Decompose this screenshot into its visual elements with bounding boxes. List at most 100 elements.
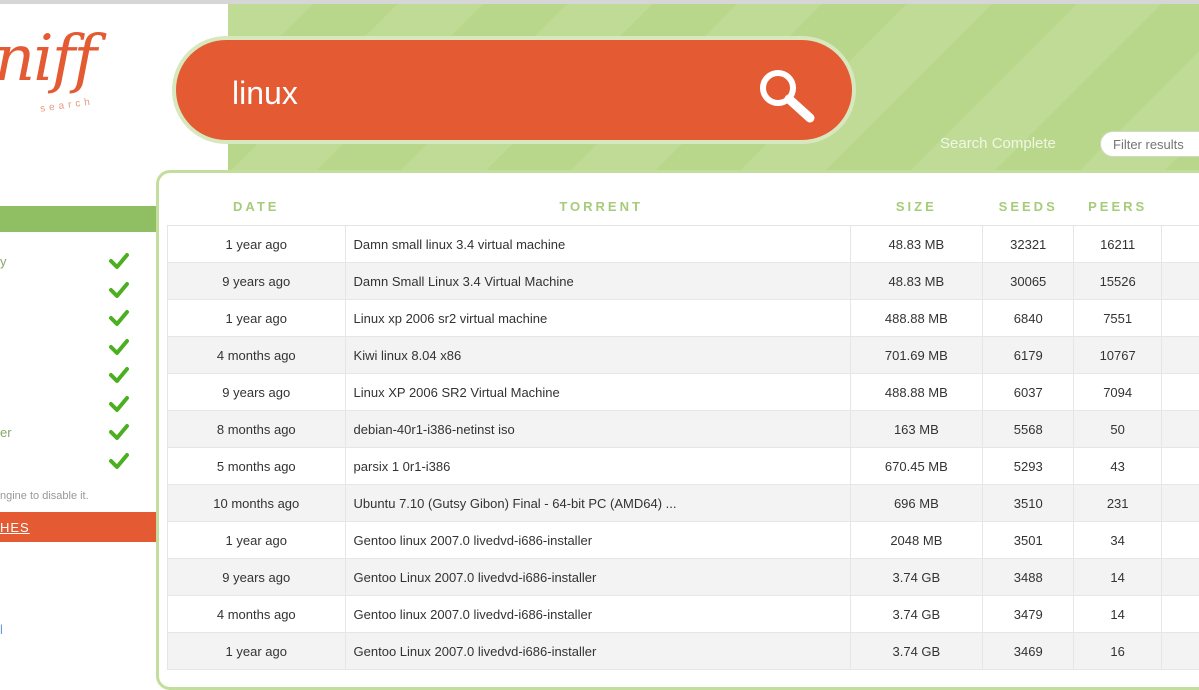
cell-torrent[interactable]: debian-40r1-i386-netinst iso [345,411,850,448]
cell-extra [1161,485,1199,522]
cell-torrent[interactable]: Linux xp 2006 sr2 virtual machine [345,300,850,337]
cell-peers: 50 [1074,411,1161,448]
check-icon[interactable] [108,307,130,329]
table-row[interactable]: 1 year ago Gentoo linux 2007.0 livedvd-i… [168,522,1199,559]
cell-size: 3.74 GB [850,559,982,596]
engine-row[interactable]: y [0,248,156,277]
logo-tagline: search [39,96,94,114]
header-date[interactable]: DATE [168,187,346,226]
cell-seeds: 30065 [983,263,1074,300]
engine-row[interactable] [0,362,156,391]
cell-extra [1161,300,1199,337]
results-table: DATE TORRENT SIZE SEEDS PEERS 1 year ago… [167,187,1199,670]
cell-torrent[interactable]: parsix 1 0r1-i386 [345,448,850,485]
check-icon[interactable] [108,393,130,415]
table-row[interactable]: 9 years ago Linux XP 2006 SR2 Virtual Ma… [168,374,1199,411]
cell-date: 5 months ago [168,448,346,485]
cell-extra [1161,374,1199,411]
cell-seeds: 6037 [983,374,1074,411]
table-row[interactable]: 9 years ago Gentoo Linux 2007.0 livedvd-… [168,559,1199,596]
sidebar-link-bar: HES [0,512,156,542]
cell-torrent[interactable]: Damn small linux 3.4 virtual machine [345,226,850,263]
header-extra[interactable] [1161,187,1199,226]
engine-row[interactable] [0,448,156,477]
table-row[interactable]: 1 year ago Linux xp 2006 sr2 virtual mac… [168,300,1199,337]
cell-extra [1161,337,1199,374]
table-row[interactable]: 1 year ago Gentoo Linux 2007.0 livedvd-i… [168,633,1199,670]
cell-torrent[interactable]: Damn Small Linux 3.4 Virtual Machine [345,263,850,300]
engine-row[interactable] [0,277,156,306]
table-row[interactable]: 9 years ago Damn Small Linux 3.4 Virtual… [168,263,1199,300]
sidebar-small-link[interactable]: l [0,622,3,637]
search-bar [172,36,856,144]
header-size[interactable]: SIZE [850,187,982,226]
filter-results-input[interactable] [1100,131,1199,157]
cell-extra [1161,263,1199,300]
cell-peers: 43 [1074,448,1161,485]
cell-size: 163 MB [850,411,982,448]
cell-date: 9 years ago [168,263,346,300]
cell-size: 3.74 GB [850,633,982,670]
header-peers[interactable]: PEERS [1074,187,1161,226]
check-icon[interactable] [108,336,130,358]
search-icon [754,64,818,128]
logo[interactable]: niff [0,22,95,96]
cell-seeds: 5568 [983,411,1074,448]
engine-label: er [0,425,12,440]
cell-torrent[interactable]: Gentoo linux 2007.0 livedvd-i686-install… [345,596,850,633]
table-row[interactable]: 1 year ago Damn small linux 3.4 virtual … [168,226,1199,263]
engine-row[interactable]: er [0,419,156,448]
check-icon[interactable] [108,279,130,301]
cell-extra [1161,559,1199,596]
cell-torrent[interactable]: Kiwi linux 8.04 x86 [345,337,850,374]
table-row[interactable]: 5 months ago parsix 1 0r1-i386 670.45 MB… [168,448,1199,485]
check-icon[interactable] [108,450,130,472]
cell-size: 48.83 MB [850,226,982,263]
check-icon[interactable] [108,421,130,443]
cell-date: 1 year ago [168,633,346,670]
cell-seeds: 6840 [983,300,1074,337]
engine-row[interactable] [0,305,156,334]
cell-extra [1161,448,1199,485]
cell-peers: 34 [1074,522,1161,559]
check-icon[interactable] [108,250,130,272]
cell-size: 670.45 MB [850,448,982,485]
cell-peers: 14 [1074,559,1161,596]
cell-seeds: 3510 [983,485,1074,522]
search-input[interactable] [230,66,714,120]
cell-date: 1 year ago [168,522,346,559]
cell-size: 48.83 MB [850,263,982,300]
search-button[interactable] [754,64,818,128]
cell-torrent[interactable]: Gentoo Linux 2007.0 livedvd-i686-install… [345,559,850,596]
cell-peers: 15526 [1074,263,1161,300]
cell-torrent[interactable]: Linux XP 2006 SR2 Virtual Machine [345,374,850,411]
engine-row[interactable] [0,391,156,420]
table-row[interactable]: 4 months ago Gentoo linux 2007.0 livedvd… [168,596,1199,633]
sidebar-link[interactable]: HES [0,520,30,535]
table-header-row: DATE TORRENT SIZE SEEDS PEERS [168,187,1199,226]
cell-peers: 10767 [1074,337,1161,374]
search-status: Search Complete [940,135,1056,152]
cell-torrent[interactable]: Ubuntu 7.10 (Gutsy Gibon) Final - 64-bit… [345,485,850,522]
cell-seeds: 3469 [983,633,1074,670]
table-row[interactable]: 10 months ago Ubuntu 7.10 (Gutsy Gibon) … [168,485,1199,522]
cell-extra [1161,522,1199,559]
cell-date: 4 months ago [168,337,346,374]
header-seeds[interactable]: SEEDS [983,187,1074,226]
engine-label: y [0,254,7,269]
table-row[interactable]: 4 months ago Kiwi linux 8.04 x86 701.69 … [168,337,1199,374]
header-torrent[interactable]: TORRENT [345,187,850,226]
table-row[interactable]: 8 months ago debian-40r1-i386-netinst is… [168,411,1199,448]
engine-row[interactable] [0,334,156,363]
check-icon[interactable] [108,364,130,386]
sidebar-header [0,206,156,232]
cell-size: 488.88 MB [850,374,982,411]
cell-torrent[interactable]: Gentoo linux 2007.0 livedvd-i686-install… [345,522,850,559]
cell-size: 2048 MB [850,522,982,559]
cell-date: 10 months ago [168,485,346,522]
cell-torrent[interactable]: Gentoo Linux 2007.0 livedvd-i686-install… [345,633,850,670]
cell-peers: 14 [1074,596,1161,633]
cell-size: 488.88 MB [850,300,982,337]
cell-peers: 16211 [1074,226,1161,263]
cell-date: 1 year ago [168,300,346,337]
